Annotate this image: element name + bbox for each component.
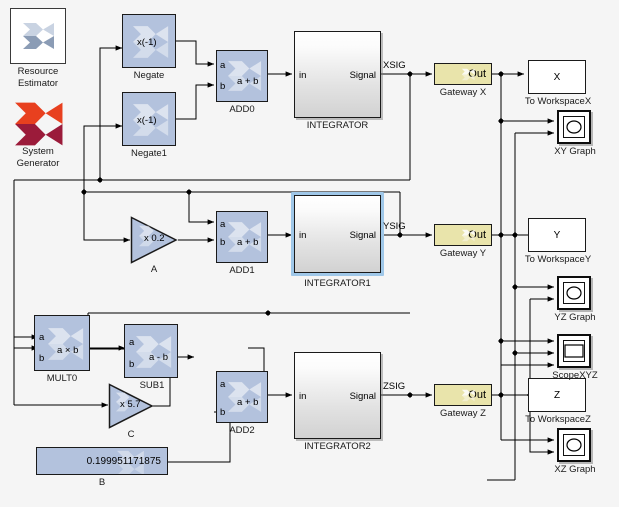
mult0-op-label: a × b [57,345,79,356]
to-workspace-z-caption: To WorkspaceZ [525,414,591,425]
to-workspace-y-label: Y [553,229,561,241]
negate-caption: Negate [133,70,165,81]
xilinx-watermark-icon [461,389,475,402]
mult0-port-a: a [39,332,45,343]
add2-block[interactable]: a b a + b [216,371,268,423]
zsig-label: ZSIG [383,381,406,392]
add2-port-a: a [220,379,226,390]
gain-c-op-label: x 5.7 [120,399,141,410]
negate1-caption: Negate1 [131,148,167,159]
integrator-port-out: Signal [349,70,376,81]
mult0-caption: MULT0 [46,373,78,384]
xilinx-logo-gray-icon [23,23,54,49]
negate1-block[interactable]: x(-1) [122,92,176,146]
const-b-value: 0.199951171875 [86,455,161,467]
to-workspace-x-block[interactable]: X [528,60,586,94]
integrator1-port-out: Signal [349,230,376,241]
gateway-x-caption: Gateway X [439,87,487,98]
xz-graph-caption: XZ Graph [554,464,596,475]
integrator-block[interactable]: in Signal [294,31,381,118]
xy-scope-icon [566,438,582,452]
add0-port-a: a [220,60,226,71]
to-workspace-y-block[interactable]: Y [528,218,586,252]
add0-block[interactable]: a b a + b [216,50,268,102]
integrator2-block[interactable]: in Signal [294,352,381,439]
sub1-block[interactable]: a b a - b [124,324,178,378]
xilinx-watermark-icon [461,229,475,242]
gain-a-op-label: x 0.2 [144,233,165,244]
add0-port-b: b [220,81,226,92]
resource-estimator-caption: Resource Estimator [17,66,59,89]
integrator2-caption: INTEGRATOR2 [304,441,371,452]
to-workspace-x-caption: To WorkspaceX [524,96,592,107]
resource-estimator-block[interactable] [10,8,66,64]
sub1-port-b: b [129,359,135,370]
gateway-y-caption: Gateway Y [439,248,487,259]
gain-c-block[interactable]: x 5.7 [108,383,154,429]
yz-graph-caption: YZ Graph [554,312,596,323]
add0-caption: ADD0 [229,104,255,115]
mult0-block[interactable]: a b a × b [34,315,90,371]
integrator1-block[interactable]: in Signal [294,195,381,273]
gain-a-block[interactable]: x 0.2 [130,216,178,264]
xy-graph-block[interactable] [557,110,591,144]
xy-graph-caption: XY Graph [554,146,596,157]
xz-graph-screen [563,434,585,456]
xy-scope-icon [566,286,582,300]
const-b-caption: B [98,477,106,488]
xilinx-watermark-icon [461,68,475,81]
scope-icon [564,344,584,358]
integrator2-port-out: Signal [349,391,376,402]
negate-op-label: x(-1) [137,37,157,48]
gateway-z-caption: Gateway Z [440,408,486,419]
add2-port-b: b [220,407,226,418]
add2-caption: ADD2 [229,425,255,436]
scope-xyz-caption: ScopeXYZ [552,370,598,381]
add1-port-a: a [220,219,226,230]
integrator-caption: INTEGRATOR [306,120,369,131]
scope-xyz-block[interactable] [557,334,591,368]
gain-a-caption: A [150,264,158,275]
sub1-op-label: a - b [149,352,169,363]
const-b-block[interactable]: 0.199951171875 [36,447,168,475]
add1-block[interactable]: a b a + b [216,211,268,263]
add1-port-b: b [220,237,226,248]
to-workspace-y-caption: To WorkspaceY [524,254,592,265]
yz-graph-block[interactable] [557,276,591,310]
system-generator-caption: System Generator [16,146,60,169]
negate1-op-label: x(-1) [137,115,157,126]
gain-c-caption: C [127,429,135,440]
integrator1-port-in: in [299,230,307,241]
add1-caption: ADD1 [229,265,255,276]
add1-op-label: a + b [237,237,259,248]
sub1-port-a: a [129,337,135,348]
xsig-label: XSIG [383,60,406,71]
negate-block[interactable]: x(-1) [122,14,176,68]
xy-scope-icon [566,120,582,134]
to-workspace-x-label: X [553,71,561,83]
add2-op-label: a + b [237,397,259,408]
scope-xyz-screen [563,340,585,362]
integrator2-port-in: in [299,391,307,402]
xz-graph-block[interactable] [557,428,591,462]
integrator-port-in: in [299,70,307,81]
to-workspace-z-label: Z [553,389,561,401]
xy-graph-screen [563,116,585,138]
to-workspace-z-block[interactable]: Z [528,378,586,412]
mult0-port-b: b [39,353,45,364]
ysig-label: YSIG [383,221,406,232]
gateway-x-block[interactable]: Out [434,63,492,85]
gateway-y-block[interactable]: Out [434,224,492,246]
add0-op-label: a + b [237,76,259,87]
integrator1-caption: INTEGRATOR1 [304,278,371,289]
yz-graph-screen [563,282,585,304]
gateway-z-block[interactable]: Out [434,384,492,406]
xilinx-logo-red-icon [15,102,63,146]
